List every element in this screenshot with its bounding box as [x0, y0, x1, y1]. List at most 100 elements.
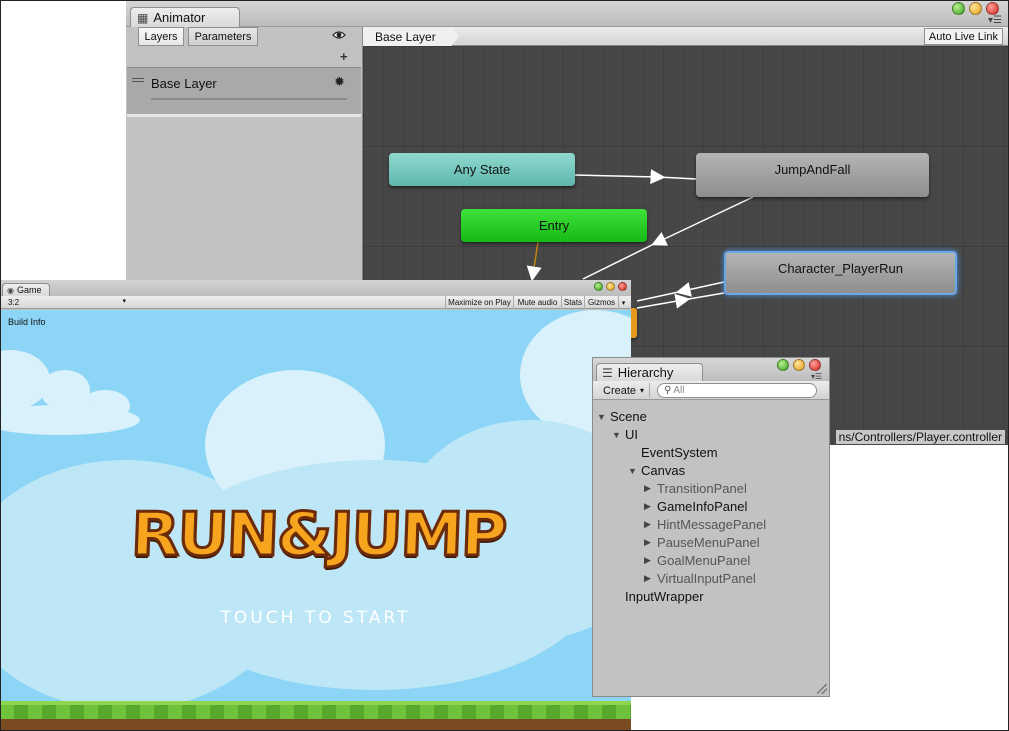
- tab-parameters-label: Parameters: [194, 30, 252, 43]
- transition-line[interactable]: [636, 299, 684, 309]
- tree-item-label: VirtualInputPanel: [657, 571, 756, 586]
- state-player-run[interactable]: Character_PlayerRun: [724, 251, 957, 295]
- tree-item-game-info-panel[interactable]: ▶ GameInfoPanel: [644, 499, 747, 514]
- tree-item-label: Scene: [610, 409, 647, 424]
- tree-item-label: HintMessagePanel: [657, 517, 767, 532]
- tree-item-label: InputWrapper: [625, 589, 704, 604]
- state-entry[interactable]: Entry: [461, 209, 647, 242]
- hierarchy-tab-label: Hierarchy: [617, 365, 674, 380]
- tree-item-virtual-input-panel[interactable]: ▶ VirtualInputPanel: [644, 571, 756, 586]
- minimize-button[interactable]: [969, 2, 982, 15]
- maximize-label: Maximize on Play: [448, 298, 511, 307]
- touch-to-start-label[interactable]: TOUCH TO START: [0, 608, 631, 628]
- collapsed-triangle-icon[interactable]: ▶: [644, 483, 652, 494]
- game-window: ◉ Game 3:2 ▾ Maximize on Play Mute audio…: [0, 280, 631, 731]
- gear-icon[interactable]: ✹: [334, 74, 345, 90]
- layer-item-base[interactable]: Base Layer ✹: [127, 67, 361, 117]
- tree-item-input-wrapper[interactable]: InputWrapper: [625, 589, 704, 604]
- minimize-button[interactable]: [793, 359, 805, 371]
- resize-grip-icon[interactable]: [817, 684, 827, 694]
- expand-triangle-icon[interactable]: ▼: [597, 412, 606, 422]
- tab-layers-label: Layers: [144, 30, 178, 43]
- layer-name: Base Layer: [151, 76, 217, 91]
- build-info-label: Build Info: [8, 317, 46, 327]
- state-label: Any State: [453, 162, 511, 177]
- transition-line[interactable]: [650, 169, 697, 185]
- state-jump-and-fall[interactable]: JumpAndFall: [696, 153, 929, 197]
- close-button[interactable]: [986, 2, 999, 15]
- tree-item-label: PauseMenuPanel: [657, 535, 760, 550]
- expand-triangle-icon[interactable]: ▼: [628, 466, 637, 476]
- drag-handle-icon[interactable]: [132, 78, 144, 82]
- maximize-on-play-toggle[interactable]: Maximize on Play: [445, 296, 513, 309]
- transition-line[interactable]: [674, 292, 725, 309]
- mute-audio-toggle[interactable]: Mute audio: [513, 296, 561, 309]
- animator-tab[interactable]: ▦ Animator: [130, 7, 240, 27]
- tree-item-label: TransitionPanel: [657, 481, 747, 496]
- tab-parameters[interactable]: Parameters: [188, 27, 258, 46]
- mute-label: Mute audio: [517, 298, 558, 307]
- aspect-dropdown[interactable]: 3:2 ▾: [4, 296, 128, 309]
- zoom-button[interactable]: [777, 359, 789, 371]
- tree-item-label: Canvas: [641, 463, 686, 478]
- game-logo: RUN&JUMP: [128, 498, 508, 571]
- zoom-button[interactable]: [952, 2, 965, 15]
- tree-item-event-system[interactable]: EventSystem: [641, 445, 718, 460]
- tree-item-scene[interactable]: ▼ Scene: [597, 409, 647, 424]
- chevron-down-icon: ▾: [621, 299, 626, 307]
- add-layer-button[interactable]: +: [340, 49, 348, 64]
- window-controls: [777, 359, 821, 371]
- gizmos-toggle[interactable]: Gizmos: [584, 296, 618, 309]
- game-tab[interactable]: ◉ Game: [2, 283, 50, 296]
- state-label: Character_PlayerRun: [777, 261, 903, 276]
- tree-item-goal-menu-panel[interactable]: ▶ GoalMenuPanel: [644, 553, 750, 568]
- create-dropdown[interactable]: Create ▾: [598, 383, 651, 398]
- zoom-button[interactable]: [594, 282, 603, 291]
- auto-live-link-button[interactable]: Auto Live Link: [923, 28, 1003, 45]
- layer-weight-slider[interactable]: [151, 98, 347, 100]
- search-input[interactable]: ⚲ All: [657, 383, 817, 398]
- tree-item-pause-menu-panel[interactable]: ▶ PauseMenuPanel: [644, 535, 760, 550]
- expand-triangle-icon[interactable]: ▼: [612, 430, 621, 440]
- collapsed-triangle-icon[interactable]: ▶: [644, 501, 652, 512]
- tree-item-transition-panel[interactable]: ▶ TransitionPanel: [644, 481, 747, 496]
- hierarchy-toolbar: Create ▾ ⚲ All: [593, 381, 829, 400]
- chevron-down-icon: ▾: [122, 298, 126, 305]
- breadcrumb[interactable]: Base Layer: [363, 27, 459, 46]
- aspect-value: 3:2: [8, 298, 20, 307]
- create-label: Create: [603, 384, 637, 397]
- breadcrumb-label: Base Layer: [375, 29, 436, 44]
- tree-item-hint-message-panel[interactable]: ▶ HintMessagePanel: [644, 517, 766, 532]
- window-menu-icon[interactable]: ▾☰: [988, 15, 1002, 26]
- game-viewport[interactable]: Build Info RUN&JUMP TOUCH TO START: [0, 310, 631, 731]
- transition-line[interactable]: [636, 290, 684, 302]
- eye-icon[interactable]: [332, 29, 346, 41]
- tree-item-label: GoalMenuPanel: [657, 553, 751, 568]
- transition-line[interactable]: [651, 196, 754, 246]
- gizmos-label: Gizmos: [587, 298, 616, 307]
- collapsed-triangle-icon[interactable]: ▶: [644, 573, 652, 584]
- gizmos-dropdown[interactable]: ▾: [618, 296, 628, 309]
- close-button[interactable]: [809, 359, 821, 371]
- entry-transition-line[interactable]: [526, 241, 542, 282]
- collapsed-triangle-icon[interactable]: ▶: [644, 537, 652, 548]
- tree-item-ui[interactable]: ▼ UI: [612, 427, 638, 442]
- transition-line[interactable]: [582, 241, 659, 280]
- hierarchy-tab[interactable]: ☰ Hierarchy: [596, 363, 703, 381]
- collapsed-triangle-icon[interactable]: ▶: [644, 555, 652, 566]
- tree-item-canvas[interactable]: ▼ Canvas: [628, 463, 685, 478]
- transition-line[interactable]: [574, 174, 659, 178]
- stats-toggle[interactable]: Stats: [561, 296, 584, 309]
- game-tab-label: Game: [16, 285, 42, 295]
- animator-icon: ▦: [137, 10, 149, 25]
- breadcrumb-bar: Base Layer Auto Live Link: [363, 27, 1009, 46]
- state-any-state[interactable]: Any State: [389, 153, 575, 186]
- minimize-button[interactable]: [606, 282, 615, 291]
- tab-layers[interactable]: Layers: [138, 27, 184, 46]
- hierarchy-window: ☰ Hierarchy ▾☰ Create ▾ ⚲ All ▼ Scene ▼ …: [592, 357, 830, 697]
- game-titlebar: ◉ Game: [0, 280, 631, 296]
- collapsed-triangle-icon[interactable]: ▶: [644, 519, 652, 530]
- transition-line[interactable]: [675, 281, 725, 297]
- window-menu-icon[interactable]: ▾☰: [811, 372, 822, 381]
- close-button[interactable]: [618, 282, 627, 291]
